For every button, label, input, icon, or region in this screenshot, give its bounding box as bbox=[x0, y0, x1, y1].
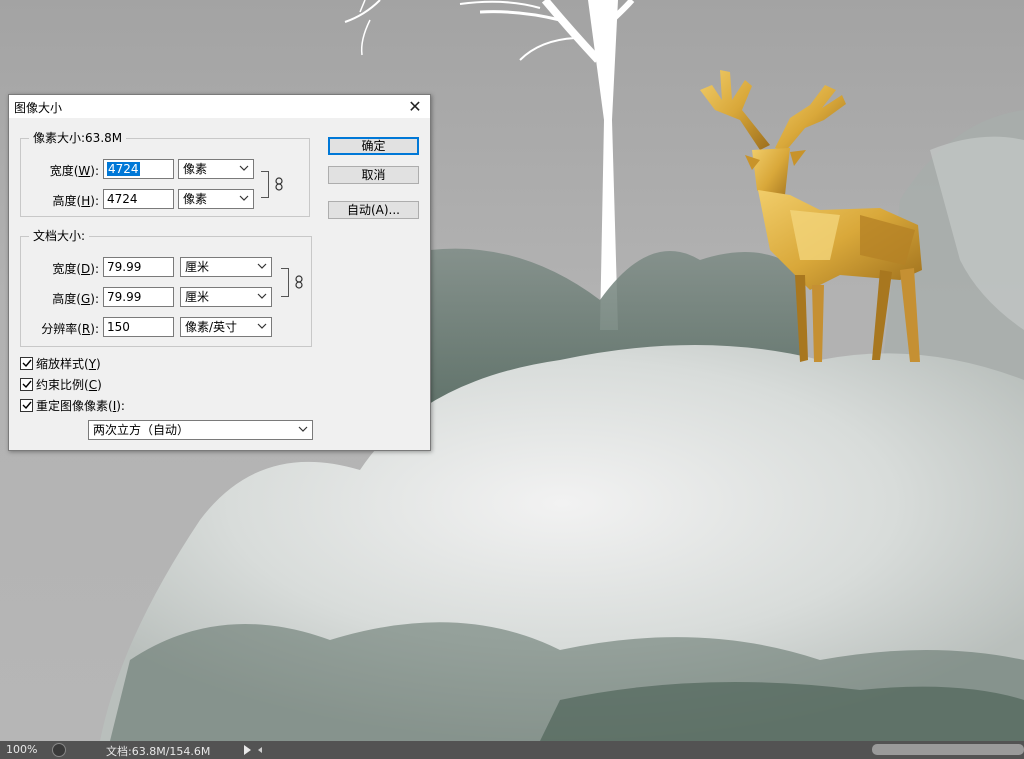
auto-button[interactable]: 自动(A)... bbox=[328, 201, 419, 219]
close-button[interactable]: ✕ bbox=[400, 95, 430, 118]
chevron-down-icon bbox=[239, 165, 249, 171]
constrain-proportions-option[interactable]: 约束比例(C) bbox=[20, 376, 102, 392]
chevron-down-icon bbox=[298, 426, 308, 432]
resolution-unit-select[interactable]: 像素/英寸 bbox=[180, 317, 272, 337]
doc-height-label: 高度(G): bbox=[52, 292, 99, 306]
doc-width-unit-select[interactable]: 厘米 bbox=[180, 257, 272, 277]
dialog-titlebar[interactable]: 图像大小 ✕ bbox=[9, 95, 430, 118]
doc-width-label: 宽度(D): bbox=[52, 262, 99, 276]
status-bar: 100% 文档:63.8M/154.6M bbox=[0, 741, 1024, 759]
doc-height-input[interactable]: 79.99 bbox=[103, 287, 174, 307]
zoom-menu-icon[interactable] bbox=[52, 743, 66, 757]
scale-styles-option[interactable]: 缩放样式(Y) bbox=[20, 355, 101, 371]
document-info: 文档:63.8M/154.6M bbox=[106, 745, 211, 758]
zoom-level[interactable]: 100% bbox=[6, 743, 37, 756]
resolution-label: 分辨率(R): bbox=[41, 322, 99, 336]
pixel-width-input[interactable]: 4724 bbox=[103, 159, 174, 179]
chain-link-icon bbox=[295, 275, 303, 289]
constrain-proportions-checkbox[interactable] bbox=[20, 377, 33, 391]
ok-button[interactable]: 确定 bbox=[328, 137, 419, 155]
pixel-height-unit-select[interactable]: 像素 bbox=[178, 189, 254, 209]
chain-link-icon bbox=[275, 177, 283, 191]
resample-image-option[interactable]: 重定图像像素(I): bbox=[20, 397, 125, 413]
chevron-down-icon bbox=[257, 323, 267, 329]
checkmark-icon bbox=[22, 359, 32, 368]
cancel-button[interactable]: 取消 bbox=[328, 166, 419, 184]
checkmark-icon bbox=[22, 401, 32, 410]
pixel-height-input[interactable]: 4724 bbox=[103, 189, 174, 209]
constrain-proportions-label: 约束比例(C) bbox=[36, 377, 102, 392]
document-size-legend: 文档大小: bbox=[29, 229, 90, 243]
chevron-down-icon bbox=[257, 263, 267, 269]
chevron-down-icon bbox=[257, 293, 267, 299]
image-size-dialog: 图像大小 ✕ 像素大小:63.8M 宽度(W): 4724 像素 高度(H): … bbox=[8, 94, 431, 451]
doc-link-bracket bbox=[281, 268, 289, 297]
scale-styles-checkbox[interactable] bbox=[20, 356, 33, 370]
interpolation-method-select[interactable]: 两次立方（自动） bbox=[88, 420, 313, 440]
pixel-dimensions-legend: 像素大小:63.8M bbox=[29, 131, 127, 145]
resolution-input[interactable]: 150 bbox=[103, 317, 174, 337]
doc-width-input[interactable]: 79.99 bbox=[103, 257, 174, 277]
resample-image-label: 重定图像像素(I): bbox=[36, 398, 125, 413]
chevron-down-icon bbox=[239, 195, 249, 201]
resample-image-checkbox[interactable] bbox=[20, 398, 33, 412]
pixel-link-bracket bbox=[261, 171, 269, 198]
scale-styles-label: 缩放样式(Y) bbox=[36, 356, 101, 371]
status-menu-arrow-icon[interactable] bbox=[244, 745, 251, 755]
pixel-height-label: 高度(H): bbox=[52, 194, 99, 208]
scroll-left-icon[interactable] bbox=[258, 747, 262, 753]
doc-height-unit-select[interactable]: 厘米 bbox=[180, 287, 272, 307]
horizontal-scrollbar[interactable] bbox=[872, 744, 1024, 755]
dialog-title: 图像大小 bbox=[14, 101, 63, 115]
close-icon: ✕ bbox=[408, 97, 422, 116]
checkmark-icon bbox=[22, 380, 32, 389]
pixel-width-unit-select[interactable]: 像素 bbox=[178, 159, 254, 179]
pixel-width-label: 宽度(W): bbox=[49, 164, 99, 178]
